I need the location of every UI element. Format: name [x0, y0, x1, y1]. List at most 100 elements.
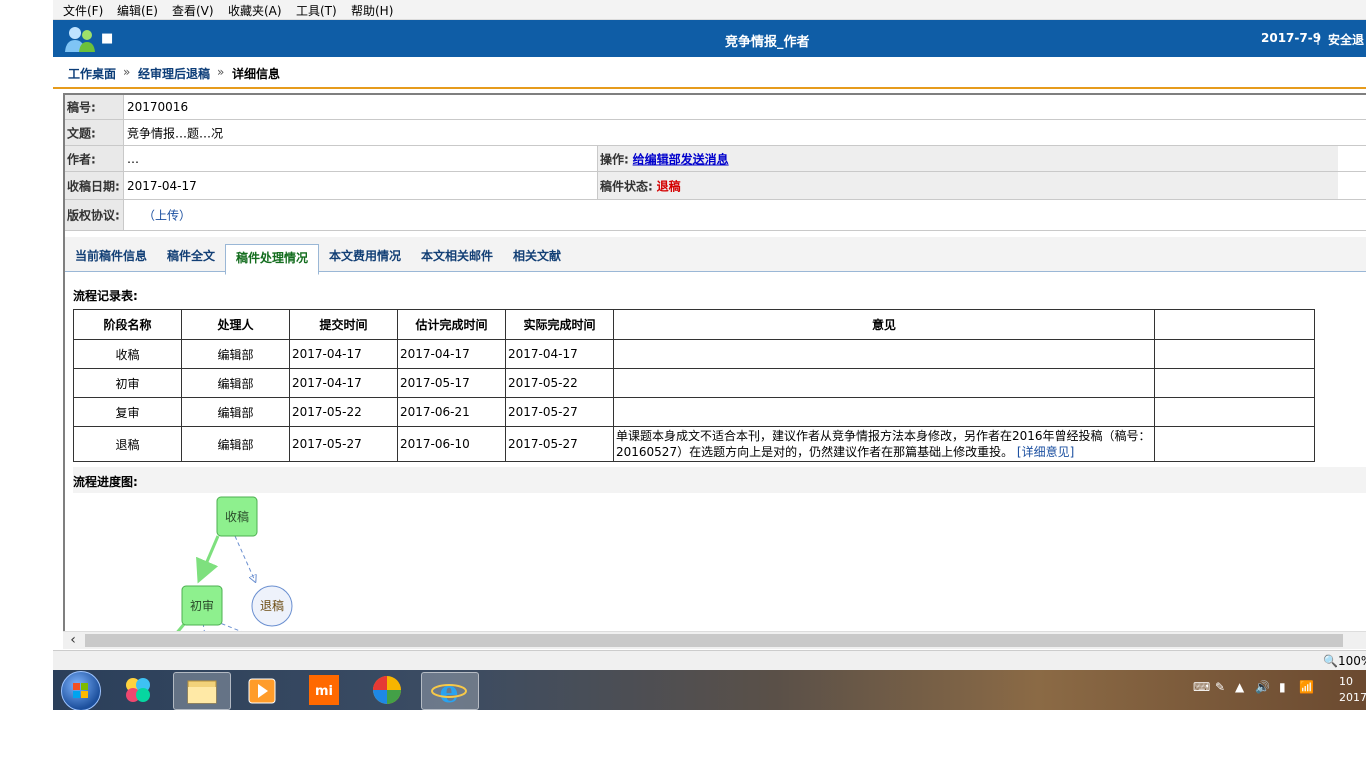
opinion-cell: [613, 397, 1155, 427]
color-flower-app-icon[interactable]: [111, 672, 167, 708]
arrow-received-to-first: [196, 535, 220, 584]
opinion-cell: [613, 339, 1155, 369]
svg-text:e: e: [439, 675, 458, 709]
taskbar: mi e ⌨ ✎ ▲ 🔊 ▮ 📶 10 2017: [53, 670, 1366, 710]
tab-current-info[interactable]: 当前稿件信息: [75, 247, 147, 264]
windows-start-icon[interactable]: [61, 671, 101, 710]
col-actual: 实际完成时间: [505, 309, 614, 340]
scroll-left-icon[interactable]: ‹: [65, 633, 81, 648]
col-estimate: 估计完成时间: [397, 309, 506, 340]
menu-help[interactable]: 帮助(H): [351, 2, 393, 19]
table-row: 初审 编辑部 2017-04-17 2017-05-17 2017-05-22: [73, 368, 1315, 398]
stage-cell: 复审: [73, 397, 182, 427]
process-table: 阶段名称 处理人 提交时间 估计完成时间 实际完成时间 意见 收稿 编辑部 20…: [73, 309, 1315, 462]
file-explorer-icon[interactable]: [173, 672, 231, 710]
node-rejected-label: 退稿: [260, 598, 284, 613]
menu-view[interactable]: 查看(V): [172, 2, 214, 19]
extra-cell: [1154, 426, 1315, 462]
table-row: 收稿 编辑部 2017-04-17 2017-04-17 2017-04-17: [73, 339, 1315, 369]
menu-favorites[interactable]: 收藏夹(A): [228, 2, 282, 19]
scrollbar-thumb[interactable]: [85, 634, 1343, 647]
estimate-cell: 2017-06-10: [397, 426, 506, 462]
info-row-title: 文题: 竞争情报…题…况: [65, 120, 1366, 146]
breadcrumb-current: 详细信息: [232, 67, 281, 81]
svg-text:mi: mi: [315, 684, 333, 699]
submit-cell: 2017-05-27: [289, 426, 398, 462]
xiaomi-icon[interactable]: mi: [297, 672, 353, 708]
action-cell: 操作: 给编辑部发送消息: [597, 146, 1338, 171]
browser-window: 文件(F) 编辑(E) 查看(V) 收藏夹(A) 工具(T) 帮助(H) ■ 竞…: [53, 0, 1366, 710]
flow-chart-title: 流程进度图:: [73, 475, 138, 489]
estimate-cell: 2017-04-17: [397, 339, 506, 369]
table-row: 退稿 编辑部 2017-05-27 2017-06-10 2017-05-27 …: [73, 426, 1315, 462]
pen-icon[interactable]: ✎: [1215, 680, 1225, 694]
estimate-cell: 2017-06-21: [397, 397, 506, 427]
tab-references[interactable]: 相关文献: [513, 247, 561, 264]
menu-file[interactable]: 文件(F): [63, 2, 103, 19]
col-submit: 提交时间: [289, 309, 398, 340]
extra-cell: [1154, 368, 1315, 398]
arrow-received-to-rejected: [234, 535, 255, 581]
stage-cell: 初审: [73, 368, 182, 398]
logout-link[interactable]: 安全退: [1328, 31, 1364, 48]
col-stage: 阶段名称: [73, 309, 182, 340]
tab-bar: 当前稿件信息 稿件全文 稿件处理情况 本文费用情况 本文相关邮件 相关文献: [65, 237, 1366, 275]
tab-full-text[interactable]: 稿件全文: [167, 247, 215, 264]
menu-edit[interactable]: 编辑(E): [117, 2, 158, 19]
title-label: 文题:: [65, 120, 124, 145]
stage-cell: 收稿: [73, 339, 182, 369]
breadcrumb-desktop[interactable]: 工作桌面: [68, 65, 116, 82]
info-row-author: 作者: … 操作: 给编辑部发送消息: [65, 146, 1366, 172]
menu-tools[interactable]: 工具(T): [296, 2, 337, 19]
app-header: ■ 竞争情报_作者 2017-7-9 | 安全退: [53, 20, 1366, 57]
menu-bar: 文件(F) 编辑(E) 查看(V) 收藏夹(A) 工具(T) 帮助(H): [53, 0, 1366, 20]
submit-cell: 2017-04-17: [289, 368, 398, 398]
status-bar: 🔍100%: [53, 650, 1366, 671]
battery-icon[interactable]: ▮: [1279, 680, 1286, 694]
breadcrumb-arrow: »: [217, 65, 225, 79]
table-row: 复审 编辑部 2017-05-22 2017-06-21 2017-05-27: [73, 397, 1315, 427]
submit-cell: 2017-04-17: [289, 339, 398, 369]
info-row-id: 稿号: 20170016: [65, 95, 1366, 120]
info-row-date: 收稿日期: 2017-04-17 稿件状态: 退稿: [65, 172, 1366, 200]
flow-title-bar: 流程进度图:: [73, 467, 1366, 493]
extra-cell: [1154, 397, 1315, 427]
tab-processing[interactable]: 稿件处理情况: [225, 244, 320, 275]
network-signal-icon[interactable]: 📶: [1299, 680, 1314, 694]
opinion-cell: [613, 368, 1155, 398]
horizontal-scrollbar[interactable]: ‹: [63, 631, 1366, 649]
header-separator: |: [1316, 31, 1321, 45]
show-hidden-icons-icon[interactable]: ▲: [1235, 680, 1244, 694]
media-player-icon[interactable]: [235, 672, 291, 708]
handler-cell: 编辑部: [181, 397, 290, 427]
clock[interactable]: 10 2017: [1339, 674, 1366, 706]
volume-icon[interactable]: 🔊: [1255, 680, 1270, 694]
tab-emails[interactable]: 本文相关邮件: [421, 247, 493, 264]
actual-cell: 2017-04-17: [505, 339, 614, 369]
handler-cell: 编辑部: [181, 368, 290, 398]
status-label: 稿件状态:: [600, 179, 653, 193]
extra-cell: [1154, 339, 1315, 369]
stage-cell: 退稿: [73, 426, 182, 462]
zoom-level[interactable]: 🔍100%: [1323, 654, 1366, 668]
send-message-link[interactable]: 给编辑部发送消息: [633, 152, 729, 166]
author-label: 作者:: [65, 146, 124, 171]
tab-fees[interactable]: 本文费用情况: [329, 247, 401, 264]
colorful-ball-app-icon[interactable]: [359, 672, 415, 708]
flow-diagram: 收稿 初审 退稿: [174, 496, 293, 633]
content-frame: 稿号: 20170016 文题: 竞争情报…题…况 作者: … 操作: 给编辑部…: [63, 93, 1366, 635]
estimate-cell: 2017-05-17: [397, 368, 506, 398]
actual-cell: 2017-05-27: [505, 397, 614, 427]
keyboard-icon[interactable]: ⌨: [1193, 680, 1210, 694]
breadcrumb-rejected[interactable]: 经审理后退稿: [138, 65, 210, 82]
header-date: 2017-7-9: [1261, 31, 1322, 45]
internet-explorer-icon[interactable]: e: [421, 672, 479, 710]
status-cell: 稿件状态: 退稿: [597, 172, 1338, 199]
handler-cell: 编辑部: [181, 339, 290, 369]
detail-opinion-link[interactable]: [详细意见]: [1017, 445, 1074, 459]
breadcrumb: 工作桌面 » 经审理后退稿 » 详细信息: [53, 57, 1366, 89]
clock-time: 10: [1339, 675, 1353, 688]
clock-date: 2017: [1339, 691, 1366, 704]
info-row-copyright: 版权协议: （上传）: [65, 200, 1366, 231]
copyright-label: 版权协议:: [65, 200, 124, 230]
